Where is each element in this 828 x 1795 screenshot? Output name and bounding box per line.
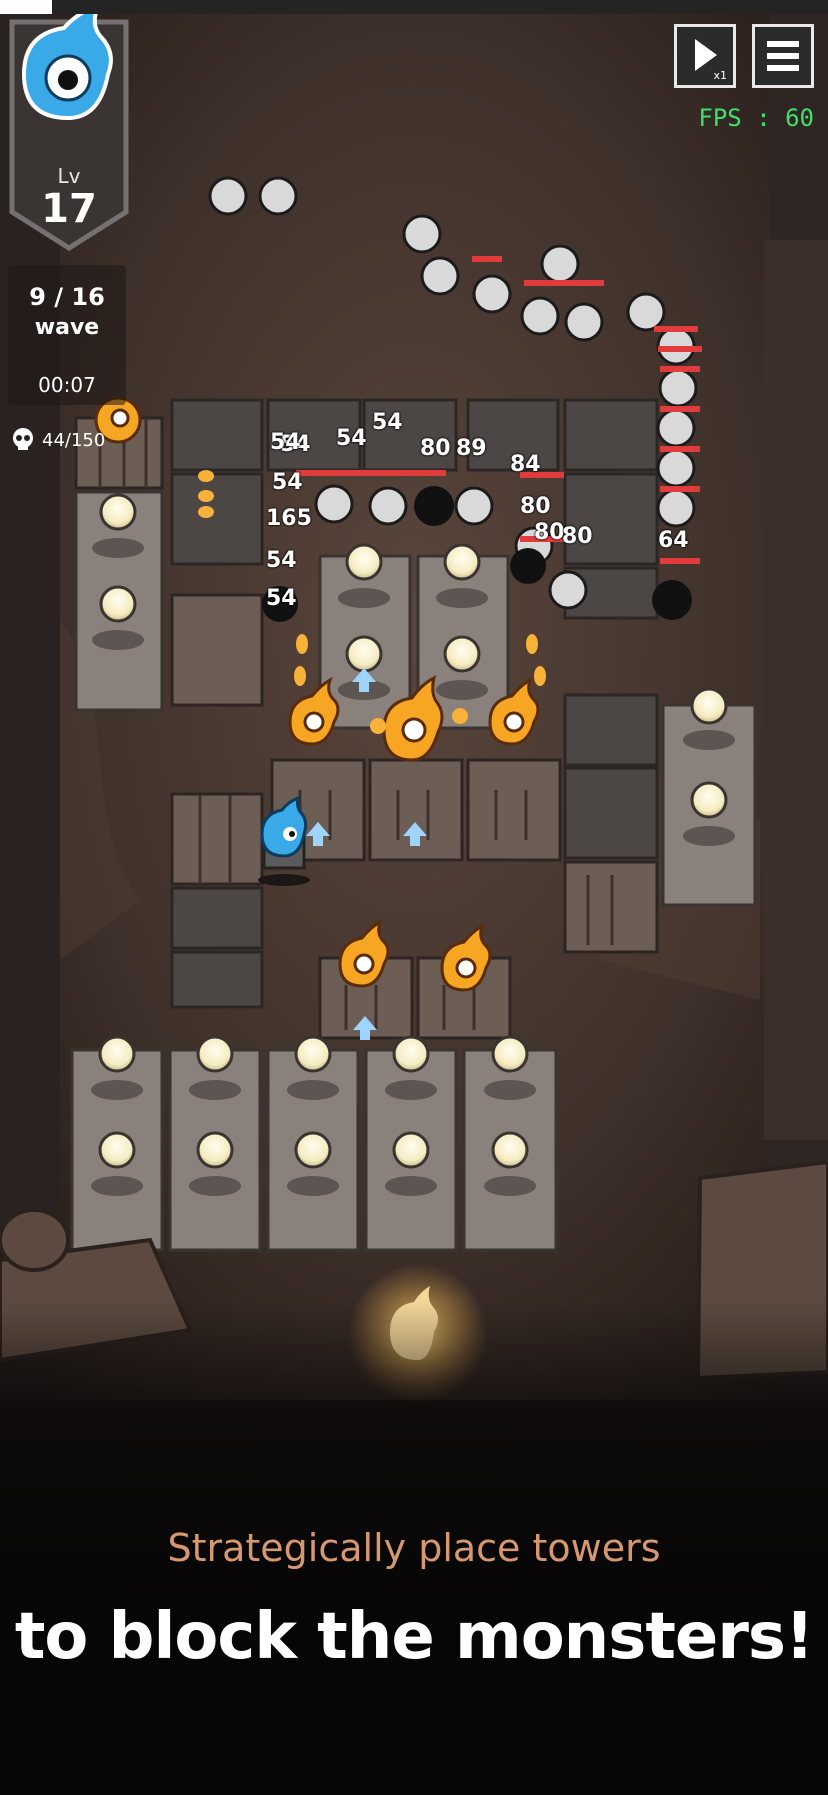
damage-number: 54 — [270, 430, 301, 455]
damage-number: 80 — [420, 436, 451, 461]
damage-number: 54 — [372, 410, 403, 435]
damage-number: 89 — [456, 436, 487, 461]
damage-number: 165 — [266, 506, 312, 531]
damage-number: 80 — [562, 524, 593, 549]
damage-number: 54 — [272, 470, 303, 495]
wave-count: 9 / 16 — [29, 283, 105, 311]
damage-number: 80 — [520, 494, 551, 519]
wave-label: wave — [34, 315, 100, 340]
caption-headline: to block the monsters! — [14, 1600, 814, 1674]
wave-panel: 9 / 16 wave 00:07 — [8, 265, 126, 405]
damage-number: 54 — [336, 426, 367, 451]
wave-timer: 00:07 — [38, 373, 96, 397]
fps-counter: FPS : 60 — [698, 104, 814, 132]
level-number: 17 — [41, 186, 97, 232]
kill-counter: 44/150 — [10, 425, 105, 455]
damage-number: 80 — [534, 520, 565, 545]
speed-button[interactable]: x1 — [674, 24, 736, 88]
kill-count: 44/150 — [42, 429, 106, 451]
status-bar — [0, 0, 828, 14]
level-badge: Lv 17 — [8, 2, 130, 254]
skull-icon — [13, 428, 33, 450]
damage-number: 54 — [266, 548, 297, 573]
damage-number: 54 — [266, 586, 297, 611]
game-screen: Lv 17 9 / 16 wave 00:07 44/150 x1 FPS : … — [0, 0, 828, 1795]
speed-label: x1 — [713, 69, 727, 82]
status-indicator — [0, 0, 52, 14]
hamburger-menu-icon — [767, 41, 799, 71]
caption-subtitle: Strategically place towers — [167, 1526, 661, 1570]
right-wall-blocks — [764, 240, 828, 1140]
damage-number: 64 — [658, 528, 689, 553]
level-label: Lv — [57, 164, 81, 188]
menu-button[interactable] — [752, 24, 814, 88]
